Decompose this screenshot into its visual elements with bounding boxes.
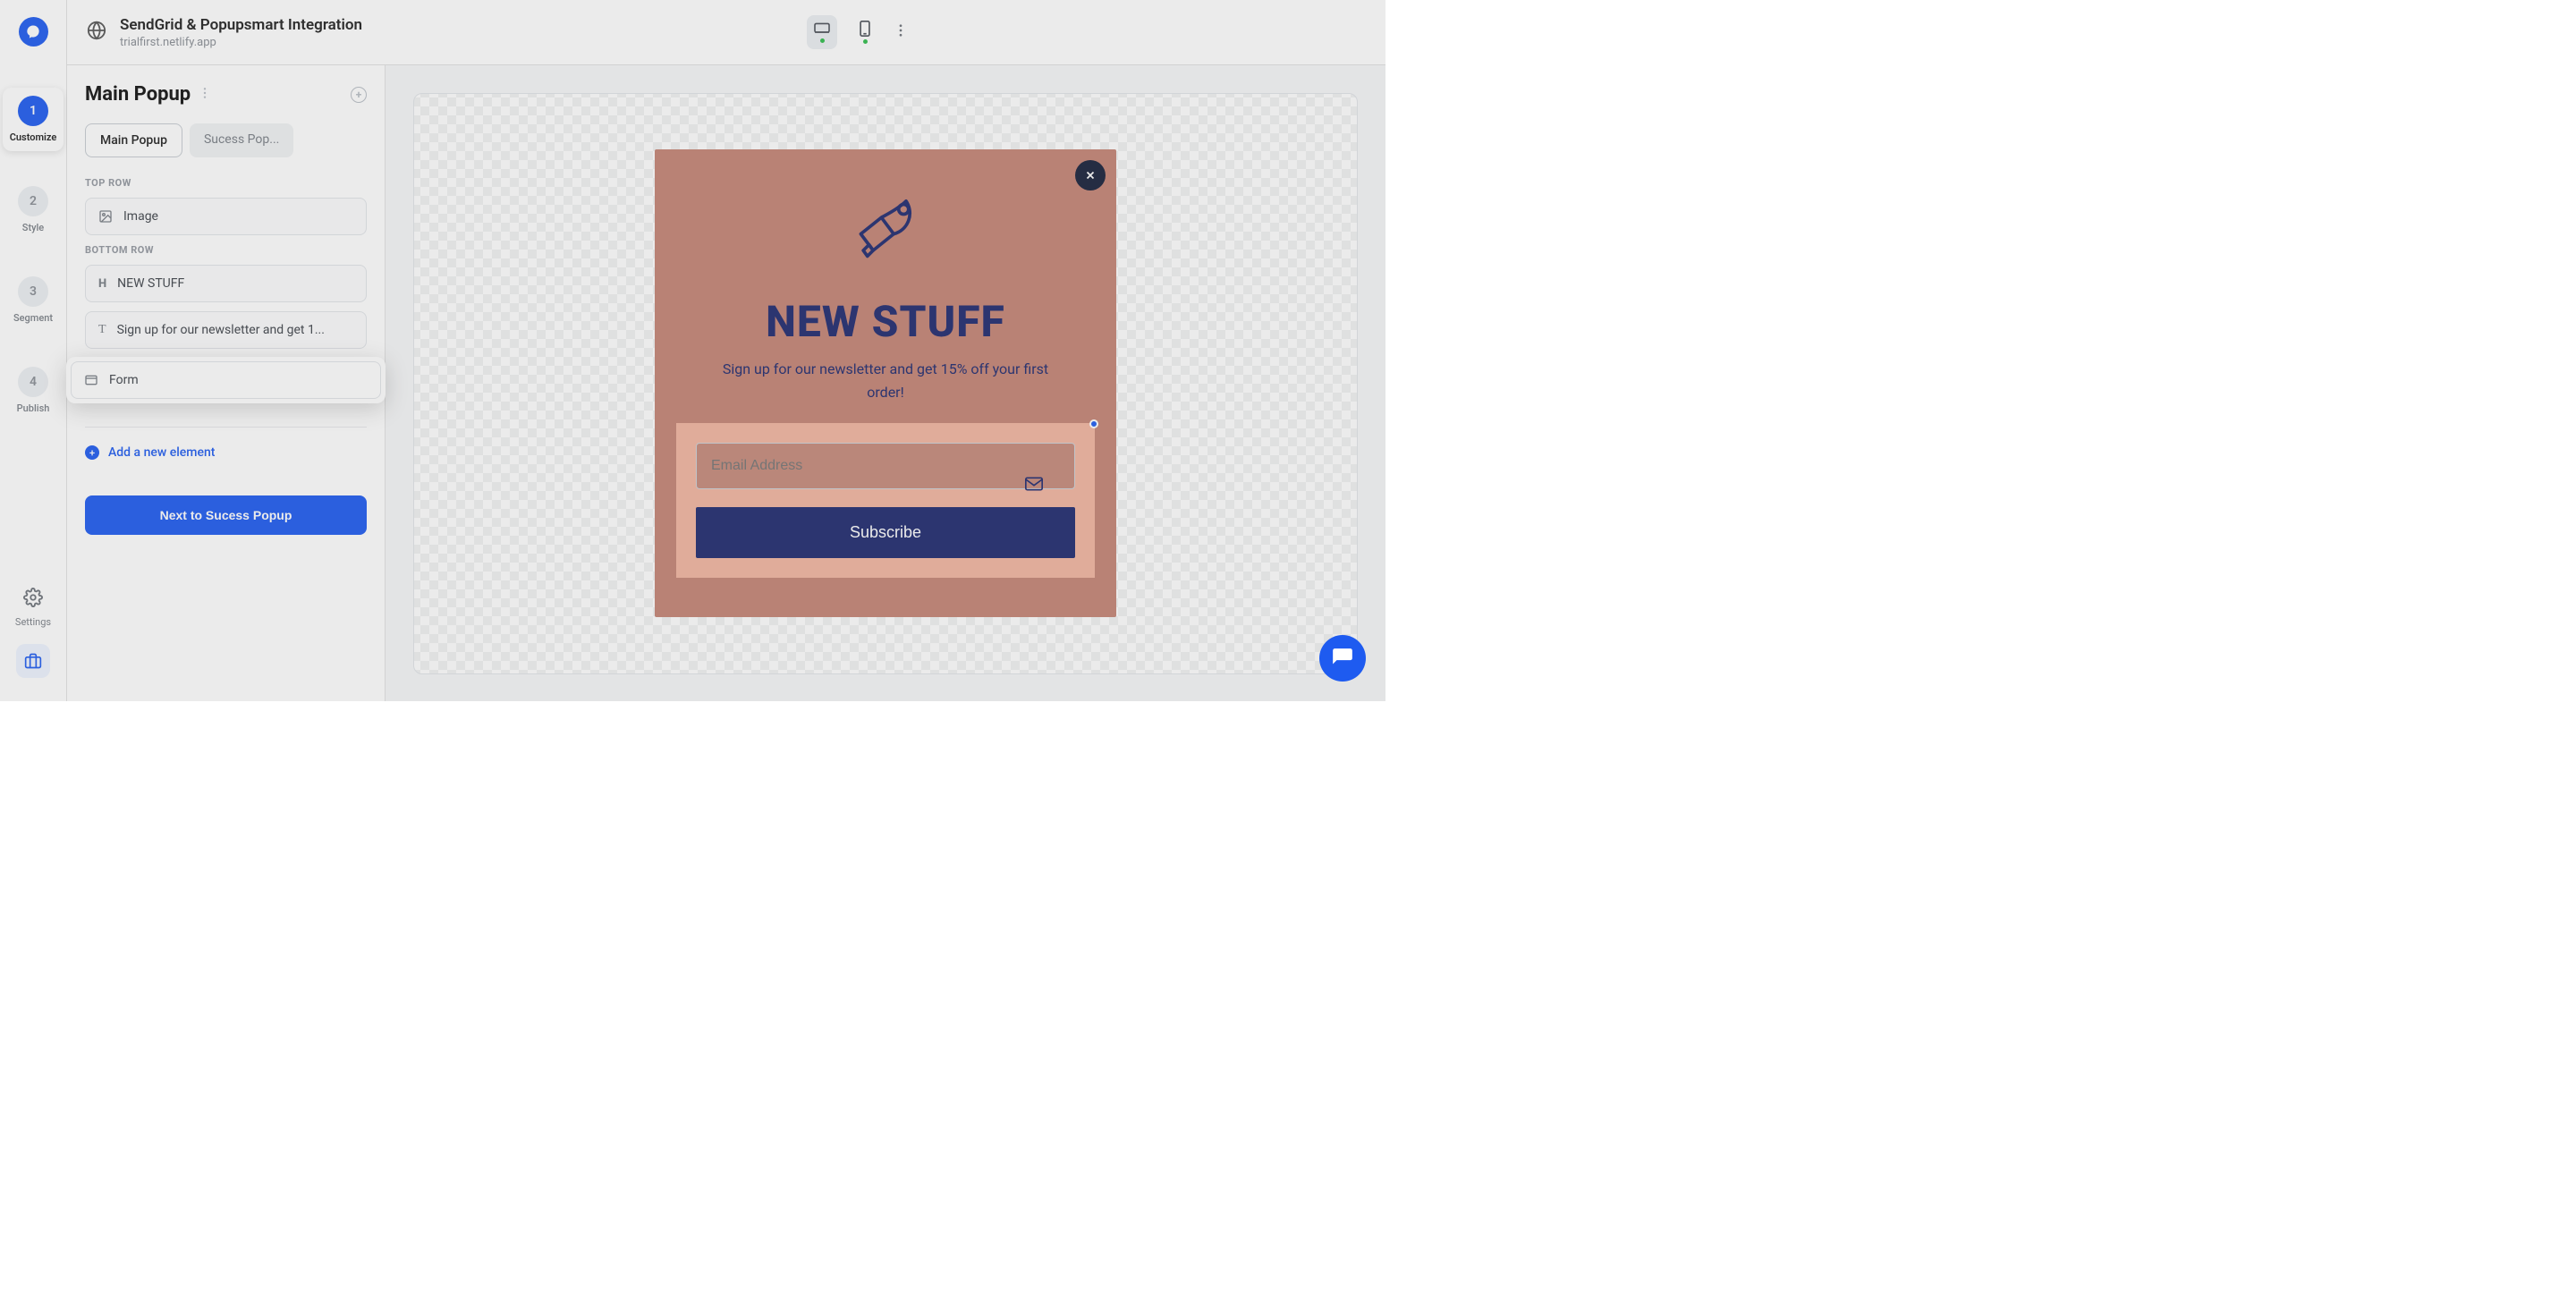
page-subtitle: trialfirst.netlify.app [120,36,362,49]
step-number: 1 [18,96,48,126]
gear-icon [23,588,43,611]
title-block: SendGrid & Popupsmart Integration trialf… [120,16,362,49]
step-label: Customize [10,131,57,143]
device-mobile-button[interactable] [850,15,880,49]
plus-icon: + [85,445,99,460]
popup-close-button[interactable] [1075,160,1106,191]
add-step-button[interactable]: + [351,87,367,103]
text-icon: T [98,323,106,337]
app-logo[interactable] [19,17,48,47]
element-image[interactable]: Image [85,198,367,235]
step-label: Publish [17,402,50,414]
subscribe-button[interactable]: Subscribe [696,507,1075,558]
panel-title: Main Popup [85,83,191,106]
page-title: SendGrid & Popupsmart Integration [120,16,362,34]
canvas: NEW STUFF Sign up for our newsletter and… [386,65,1385,701]
device-toggle [807,15,909,49]
settings-nav[interactable]: Settings [15,588,51,628]
element-form[interactable]: Form [71,361,381,399]
popup-subtext: Sign up for our newsletter and get 15% o… [655,358,1116,403]
popup-tabs: Main Popup Sucess Pop... [85,123,367,157]
globe-icon [87,21,106,44]
step-number: 2 [18,186,48,216]
element-heading[interactable]: H NEW STUFF [85,265,367,302]
element-label: NEW STUFF [117,276,184,291]
element-text[interactable]: T Sign up for our newsletter and get 1..… [85,311,367,349]
popup-form-area[interactable]: Subscribe [676,423,1095,578]
step-style[interactable]: 2 Style [3,178,64,241]
step-publish[interactable]: 4 Publish [3,359,64,422]
customize-panel: Main Popup + Main Popup Sucess Pop... TO… [67,65,386,701]
add-element-label: Add a new element [108,445,215,460]
step-number: 3 [18,276,48,307]
tab-main-popup[interactable]: Main Popup [85,123,182,157]
step-label: Segment [13,312,53,324]
status-dot-icon [820,38,825,43]
panel-menu-button[interactable] [198,86,212,104]
popup-heading: NEW STUFF [655,296,1116,347]
chat-widget-button[interactable] [1319,635,1366,682]
element-label: Form [109,373,139,387]
popup-preview: NEW STUFF Sign up for our newsletter and… [655,149,1116,617]
left-rail: 1 Customize 2 Style 3 Segment 4 Publish … [0,0,67,701]
add-element-button[interactable]: + Add a new element [85,445,367,460]
settings-label: Settings [15,616,51,628]
heading-icon: H [98,277,106,291]
divider [85,427,367,428]
element-label: Image [123,209,158,224]
topbar: SendGrid & Popupsmart Integration trialf… [67,0,1385,65]
device-desktop-button[interactable] [807,15,837,49]
briefcase-button[interactable] [16,644,50,678]
tab-success-popup[interactable]: Sucess Pop... [190,123,293,157]
email-input[interactable] [696,443,1075,489]
browser-frame: NEW STUFF Sign up for our newsletter and… [413,93,1358,674]
image-icon [98,209,113,224]
element-label: Sign up for our newsletter and get 1... [117,323,325,337]
mail-icon [1025,477,1043,495]
more-menu-button[interactable] [893,22,909,42]
megaphone-icon [655,149,1116,271]
status-dot-icon [863,39,868,44]
form-row-highlight: Form [66,357,386,403]
section-top-row: TOP ROW [85,177,367,189]
panel-header: Main Popup + [85,83,367,106]
step-number: 4 [18,367,48,397]
section-bottom-row: BOTTOM ROW [85,244,367,256]
form-icon [84,373,98,387]
step-customize[interactable]: 1 Customize [3,88,64,151]
step-segment[interactable]: 3 Segment [3,268,64,332]
selection-handle-icon [1089,419,1098,428]
step-label: Style [22,222,44,233]
next-button[interactable]: Next to Sucess Popup [85,495,367,535]
